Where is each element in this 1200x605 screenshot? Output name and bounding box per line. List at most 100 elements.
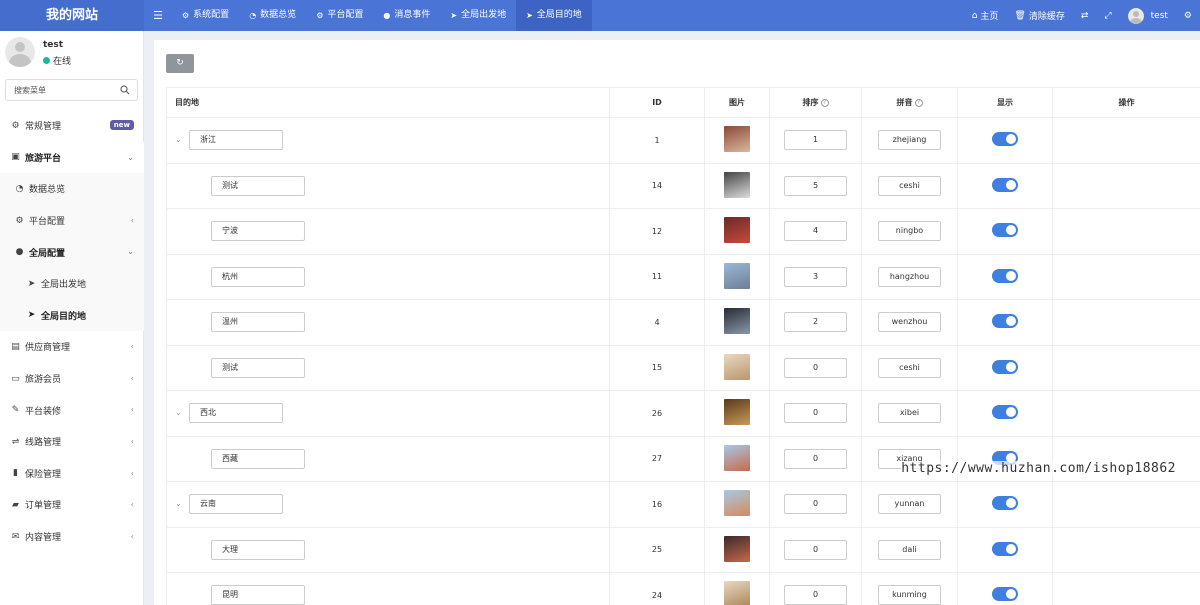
search-input[interactable]: [6, 80, 116, 100]
destination-thumbnail[interactable]: [724, 126, 750, 153]
chevron-down-icon[interactable]: ⌄: [175, 135, 185, 144]
pinyin-input[interactable]: yunnan: [878, 494, 941, 515]
sort-input[interactable]: 5: [784, 175, 847, 196]
destination-thumbnail[interactable]: [724, 490, 750, 517]
sidebar-item-2[interactable]: ◔ 数据总览: [0, 173, 144, 205]
display-cell: [957, 208, 1053, 255]
destination-thumbnail[interactable]: [724, 353, 750, 380]
refresh-button[interactable]: ↻: [166, 54, 194, 73]
destination-thumbnail[interactable]: [724, 399, 750, 426]
display-toggle[interactable]: [992, 132, 1018, 147]
sidebar-item-3[interactable]: ⚙ 平台配置 ‹: [0, 204, 144, 237]
display-toggle[interactable]: [992, 268, 1018, 283]
tab-3[interactable]: ● 消息事件: [373, 0, 440, 31]
sidebar-item-8[interactable]: ▭ 旅游会员 ‹: [0, 363, 144, 395]
destination-name-input[interactable]: 杭州: [211, 266, 305, 287]
destination-name-input[interactable]: 宁波: [211, 221, 305, 242]
pinyin-input[interactable]: ningbo: [878, 221, 941, 242]
sort-input[interactable]: 2: [784, 312, 847, 333]
tab-1[interactable]: ◔ 数据总览: [239, 0, 306, 31]
destination-name-input[interactable]: 浙江: [189, 130, 283, 151]
pinyin-input[interactable]: wenzhou: [878, 312, 941, 333]
sort-input[interactable]: 0: [784, 403, 847, 424]
id-cell: 16: [609, 481, 705, 528]
help-icon[interactable]: ?: [820, 98, 829, 107]
table-row: 昆明 24 0 kunming: [166, 572, 1200, 605]
settings-button[interactable]: ⚙: [1176, 11, 1200, 21]
help-icon[interactable]: ?: [914, 98, 923, 107]
tab-0[interactable]: ⚙ 系统配置: [172, 0, 239, 31]
sidebar-item-1[interactable]: ▣ 旅游平台 ⌄: [0, 141, 144, 174]
pinyin-input[interactable]: ceshi: [878, 175, 941, 196]
chevron-left-icon: ‹: [130, 468, 134, 478]
destination-name-input[interactable]: 测试: [211, 175, 305, 196]
destination-name-input[interactable]: 温州: [211, 312, 305, 333]
pinyin-input[interactable]: zhejiang: [878, 130, 941, 151]
destination-name-input[interactable]: 大理: [211, 539, 305, 560]
clear-cache-button[interactable]: 🗑 清除缓存: [1006, 9, 1072, 23]
display-toggle[interactable]: [992, 314, 1018, 329]
sort-input[interactable]: 0: [784, 585, 847, 605]
column-header-5: 显示: [957, 87, 1053, 118]
sidebar-item-10[interactable]: ⇌ 线路管理 ‹: [0, 426, 144, 458]
destination-name-input[interactable]: 昆明: [211, 585, 305, 605]
destination-name-input[interactable]: 测试: [211, 357, 305, 378]
sidebar-item-13[interactable]: ✉ 内容管理 ‹: [0, 521, 144, 553]
destination-thumbnail[interactable]: [724, 262, 750, 289]
tab-2[interactable]: ⚙ 平台配置: [306, 0, 373, 31]
fullscreen-button[interactable]: ⤢: [1096, 11, 1119, 21]
search-icon[interactable]: [120, 85, 130, 95]
pinyin-input[interactable]: xibei: [878, 403, 941, 424]
pinyin-input[interactable]: ceshi: [878, 357, 941, 378]
site-brand[interactable]: 我的网站: [0, 0, 144, 31]
destination-name-input[interactable]: 云南: [189, 494, 283, 515]
sort-input[interactable]: 3: [784, 266, 847, 287]
display-toggle[interactable]: [992, 541, 1018, 556]
destination-cell: 温州: [166, 299, 610, 346]
sidebar-item-4[interactable]: ● 全局配置 ⌄: [0, 236, 144, 268]
home-link[interactable]: ⌂ 主页: [964, 9, 1007, 23]
tab-5[interactable]: ➤ 全局目的地: [516, 0, 592, 31]
sidebar-item-9[interactable]: ✎ 平台装修 ‹: [0, 394, 144, 426]
sort-input[interactable]: 4: [784, 221, 847, 242]
pinyin-input[interactable]: kunming: [878, 585, 941, 605]
sort-input[interactable]: 0: [784, 357, 847, 378]
destination-thumbnail[interactable]: [724, 581, 750, 605]
actions-cell: [1052, 390, 1200, 437]
tab-4[interactable]: ➤ 全局出发地: [440, 0, 516, 31]
destination-thumbnail[interactable]: [724, 535, 750, 562]
destination-thumbnail[interactable]: [724, 308, 750, 335]
destination-thumbnail[interactable]: [724, 217, 750, 244]
sort-input[interactable]: 1: [784, 130, 847, 151]
display-toggle[interactable]: [992, 587, 1018, 602]
sidebar-item-0[interactable]: ⚙ 常规管理 new: [0, 110, 144, 142]
display-toggle[interactable]: [992, 405, 1018, 420]
destination-name-input[interactable]: 西藏: [211, 448, 305, 469]
user-menu[interactable]: test: [1120, 7, 1176, 24]
sidebar-item-11[interactable]: ▮ 保险管理 ‹: [0, 458, 144, 490]
sidebar-item-7[interactable]: ▤ 供应商管理 ‹: [0, 331, 144, 363]
display-toggle[interactable]: [992, 223, 1018, 238]
display-toggle[interactable]: [992, 496, 1018, 511]
id-card-icon: ▭: [11, 373, 20, 384]
chevron-down-icon[interactable]: ⌄: [175, 408, 185, 417]
menu-toggle-icon[interactable]: ☰: [150, 0, 166, 31]
sidebar-item-5[interactable]: ➤ 全局出发地: [0, 267, 144, 300]
sidebar-item-6[interactable]: ➤ 全局目的地: [0, 299, 144, 332]
sort-input[interactable]: 0: [784, 539, 847, 560]
pinyin-input[interactable]: dali: [878, 539, 941, 560]
destination-thumbnail[interactable]: [724, 171, 750, 198]
actions-cell: [1052, 253, 1200, 300]
sort-input[interactable]: 0: [784, 494, 847, 515]
chevron-down-icon[interactable]: ⌄: [175, 499, 185, 508]
sort-input[interactable]: 0: [784, 448, 847, 469]
image-cell: [704, 208, 770, 255]
id-cell: 14: [609, 162, 705, 209]
pinyin-input[interactable]: hangzhou: [878, 266, 941, 287]
destination-thumbnail[interactable]: [724, 444, 750, 471]
display-toggle[interactable]: [992, 359, 1018, 374]
display-toggle[interactable]: [992, 177, 1018, 192]
language-button[interactable]: ⇄: [1073, 11, 1097, 21]
sidebar-item-12[interactable]: ▰ 订单管理 ‹: [0, 489, 144, 521]
destination-name-input[interactable]: 西北: [189, 403, 283, 424]
